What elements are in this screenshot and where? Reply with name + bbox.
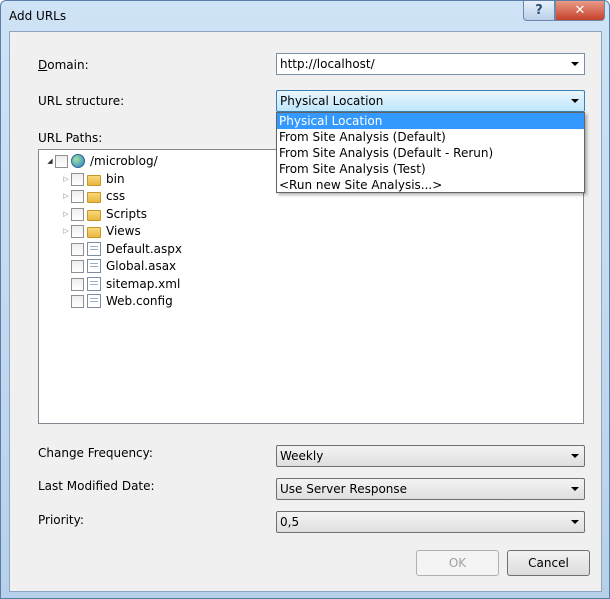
priority-label: Priority: xyxy=(38,513,84,527)
tree-node-label: Default.aspx xyxy=(106,242,182,256)
expand-arrow-icon[interactable]: ▷ xyxy=(61,191,71,201)
tree-node-root[interactable]: ◢ /microblog/ xyxy=(45,152,158,170)
change-frequency-value: Weekly xyxy=(280,449,324,463)
chevron-down-icon[interactable] xyxy=(571,487,579,491)
url-paths-label: URL Paths: xyxy=(38,131,103,145)
folder-icon xyxy=(87,191,101,203)
tree-node-label: Global.asax xyxy=(106,259,177,273)
tree-node-label: sitemap.xml xyxy=(106,277,181,291)
asax-file-icon xyxy=(87,259,101,273)
tree-node-file[interactable]: sitemap.xml xyxy=(71,275,180,293)
tree-checkbox[interactable] xyxy=(71,189,84,203)
expand-arrow-icon[interactable]: ▷ xyxy=(61,226,71,236)
priority-select[interactable]: 0,5 xyxy=(276,511,585,533)
tree-node-label: /microblog/ xyxy=(90,154,158,168)
dropdown-option[interactable]: <Run new Site Analysis...> xyxy=(277,177,584,193)
tree-node-label: bin xyxy=(106,172,125,186)
add-urls-dialog: Add URLs ? ✕ Domain: http://localhost/ U… xyxy=(0,0,610,599)
tree-node-file[interactable]: Web.config xyxy=(71,292,173,310)
chevron-down-icon[interactable] xyxy=(571,99,579,103)
tree-checkbox[interactable] xyxy=(55,154,68,168)
domain-label: Domain: xyxy=(38,58,89,72)
config-file-icon xyxy=(87,294,101,308)
folder-icon xyxy=(87,209,101,221)
expand-arrow-icon[interactable]: ◢ xyxy=(45,156,55,166)
folder-icon xyxy=(87,174,101,186)
help-button[interactable]: ? xyxy=(523,1,555,21)
last-modified-label: Last Modified Date: xyxy=(38,479,155,493)
tree-node-label: css xyxy=(106,189,126,203)
globe-icon xyxy=(71,154,85,168)
tree-node-file[interactable]: Global.asax xyxy=(71,257,176,275)
last-modified-select[interactable]: Use Server Response xyxy=(276,478,585,500)
title-bar[interactable]: Add URLs ? ✕ xyxy=(1,1,609,31)
domain-value: http://localhost/ xyxy=(280,57,375,71)
dialog-body: Domain: http://localhost/ URL structure:… xyxy=(9,31,602,592)
chevron-down-icon[interactable] xyxy=(571,520,579,524)
chevron-down-icon[interactable] xyxy=(571,62,579,66)
dropdown-option[interactable]: From Site Analysis (Default) xyxy=(277,129,584,145)
dropdown-option[interactable]: From Site Analysis (Default - Rerun) xyxy=(277,145,584,161)
tree-checkbox[interactable] xyxy=(71,259,84,273)
tree-node-label: Scripts xyxy=(106,207,148,221)
tree-checkbox[interactable] xyxy=(71,224,84,238)
cancel-button[interactable]: Cancel xyxy=(507,550,590,576)
url-structure-select[interactable]: Physical Location xyxy=(276,90,585,112)
xml-file-icon xyxy=(87,277,101,291)
close-button[interactable]: ✕ xyxy=(555,1,605,21)
last-modified-value: Use Server Response xyxy=(280,482,408,496)
url-structure-dropdown: Physical Location From Site Analysis (De… xyxy=(276,112,585,193)
change-frequency-label: Change Frequency: xyxy=(38,446,153,460)
change-frequency-select[interactable]: Weekly xyxy=(276,445,585,467)
expand-arrow-icon[interactable]: ▷ xyxy=(61,174,71,184)
tree-checkbox[interactable] xyxy=(71,207,84,221)
tree-checkbox[interactable] xyxy=(71,242,84,256)
tree-node-label: Web.config xyxy=(106,294,173,308)
folder-icon xyxy=(87,226,101,238)
window-title: Add URLs xyxy=(9,9,67,23)
tree-node-folder[interactable]: ▷ Scripts xyxy=(61,205,147,223)
priority-value: 0,5 xyxy=(280,515,300,529)
tree-node-folder[interactable]: ▷ css xyxy=(61,187,125,205)
tree-node-folder[interactable]: ▷ bin xyxy=(61,170,125,188)
aspx-file-icon xyxy=(87,242,101,256)
chevron-down-icon[interactable] xyxy=(571,454,579,458)
tree-node-label: Views xyxy=(106,224,141,238)
tree-checkbox[interactable] xyxy=(71,277,84,291)
expand-arrow-icon[interactable]: ▷ xyxy=(61,209,71,219)
tree-checkbox[interactable] xyxy=(71,172,84,186)
tree-node-folder[interactable]: ▷ Views xyxy=(61,222,141,240)
ok-button[interactable]: OK xyxy=(416,550,499,576)
tree-checkbox[interactable] xyxy=(71,294,84,308)
domain-combobox[interactable]: http://localhost/ xyxy=(276,53,585,75)
tree-node-file[interactable]: Default.aspx xyxy=(71,240,182,258)
url-structure-value: Physical Location xyxy=(280,94,384,108)
url-structure-label: URL structure: xyxy=(38,94,125,108)
dropdown-option[interactable]: Physical Location xyxy=(277,113,584,129)
dropdown-option[interactable]: From Site Analysis (Test) xyxy=(277,161,584,177)
